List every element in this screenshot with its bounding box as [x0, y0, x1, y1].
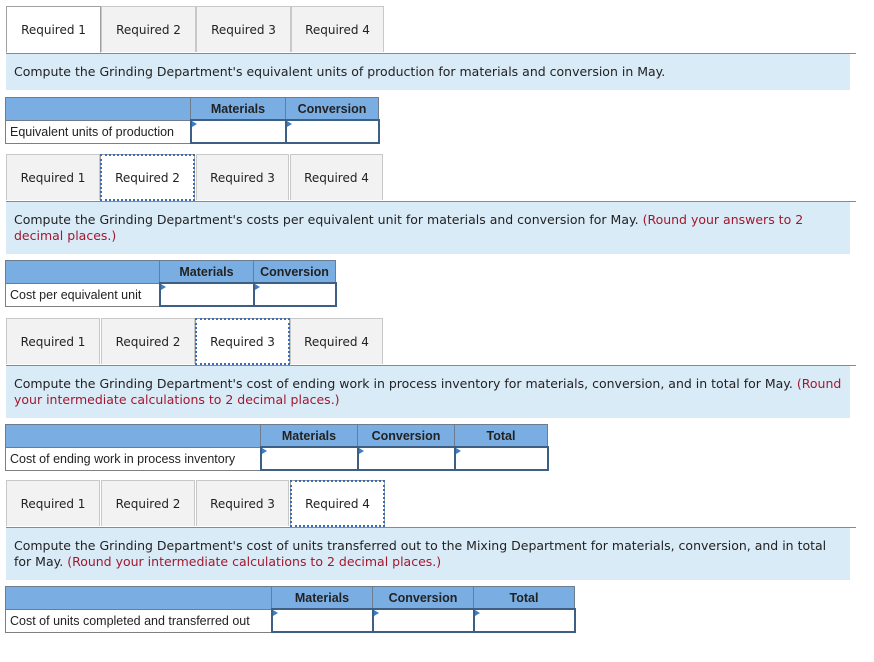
- input-marker-icon: [373, 610, 379, 616]
- conversion-input[interactable]: [358, 449, 454, 468]
- tab-required-4[interactable]: Required 4: [290, 480, 385, 527]
- header-blank: [5, 424, 261, 448]
- materials-input[interactable]: [261, 449, 357, 468]
- materials-input[interactable]: [191, 122, 285, 141]
- conversion-input[interactable]: [373, 611, 473, 630]
- question-prompt: Compute the Grinding Department's equiva…: [6, 54, 850, 90]
- part-2-section: Required 1 Required 2 Required 3 Require…: [0, 154, 856, 307]
- input-marker-icon: [272, 610, 278, 616]
- input-marker-icon: [254, 284, 260, 290]
- tab-required-1[interactable]: Required 1: [6, 480, 100, 526]
- answer-table: Materials Conversion Equivalent units of…: [5, 97, 380, 144]
- header-materials: Materials: [271, 586, 373, 610]
- input-marker-icon: [160, 284, 166, 290]
- answer-table: Materials Conversion Cost per equivalent…: [5, 260, 337, 307]
- header-materials: Materials: [260, 424, 358, 448]
- rounding-note: (Round your intermediate calculations to…: [67, 554, 442, 569]
- question-prompt: Compute the Grinding Department's cost o…: [6, 528, 850, 580]
- conversion-input-cell: [284, 119, 380, 144]
- materials-input-cell: [189, 119, 287, 144]
- tab-required-1[interactable]: Required 1: [6, 318, 100, 364]
- total-input[interactable]: [455, 449, 547, 468]
- materials-input[interactable]: [272, 611, 372, 630]
- row-label: Cost per equivalent unit: [5, 282, 160, 307]
- question-prompt: Compute the Grinding Department's costs …: [6, 202, 850, 254]
- header-conversion: Conversion: [253, 260, 336, 284]
- materials-input-cell: [270, 608, 374, 633]
- tab-required-2[interactable]: Required 2: [101, 6, 196, 52]
- part-4-section: Required 1 Required 2 Required 3 Require…: [0, 480, 856, 633]
- part-1-section: Required 1 Required 2 Required 3 Require…: [0, 6, 856, 144]
- answer-table: Materials Conversion Total Cost of endin…: [5, 424, 549, 471]
- header-blank: [5, 97, 191, 121]
- input-marker-icon: [474, 610, 480, 616]
- input-marker-icon: [358, 448, 364, 454]
- header-total: Total: [473, 586, 575, 610]
- prompt-text: Compute the Grinding Department's costs …: [14, 212, 639, 227]
- input-marker-icon: [286, 121, 292, 127]
- conversion-input[interactable]: [286, 122, 378, 141]
- tab-required-3[interactable]: Required 3: [196, 154, 289, 200]
- conversion-input-cell: [252, 282, 337, 307]
- tab-bar: Required 1 Required 2 Required 3 Require…: [6, 480, 856, 528]
- header-blank: [5, 586, 272, 610]
- total-input[interactable]: [474, 611, 574, 630]
- tab-required-1[interactable]: Required 1: [6, 6, 101, 53]
- tab-required-3[interactable]: Required 3: [196, 6, 291, 52]
- header-conversion: Conversion: [285, 97, 379, 121]
- row-label: Cost of units completed and transferred …: [5, 608, 272, 633]
- header-conversion: Conversion: [372, 586, 474, 610]
- input-marker-icon: [261, 448, 267, 454]
- conversion-input[interactable]: [254, 285, 335, 304]
- tab-bar: Required 1 Required 2 Required 3 Require…: [6, 6, 856, 54]
- tab-required-4[interactable]: Required 4: [291, 6, 384, 52]
- conversion-input-cell: [371, 608, 475, 633]
- answer-table: Materials Conversion Total Cost of units…: [5, 586, 576, 633]
- total-input-cell: [453, 446, 549, 471]
- tab-required-3[interactable]: Required 3: [196, 480, 289, 526]
- tab-required-1[interactable]: Required 1: [6, 154, 100, 200]
- conversion-input-cell: [356, 446, 456, 471]
- input-marker-icon: [191, 121, 197, 127]
- part-3-section: Required 1 Required 2 Required 3 Require…: [0, 318, 856, 471]
- row-label: Cost of ending work in process inventory: [5, 446, 261, 471]
- input-marker-icon: [455, 448, 461, 454]
- tab-bar: Required 1 Required 2 Required 3 Require…: [6, 318, 856, 366]
- tab-required-4[interactable]: Required 4: [290, 154, 383, 200]
- header-materials: Materials: [190, 97, 286, 121]
- header-materials: Materials: [159, 260, 254, 284]
- tab-required-2[interactable]: Required 2: [101, 318, 195, 364]
- tab-required-4[interactable]: Required 4: [290, 318, 383, 364]
- tab-bar: Required 1 Required 2 Required 3 Require…: [6, 154, 856, 202]
- tab-required-3[interactable]: Required 3: [195, 318, 290, 365]
- prompt-text: Compute the Grinding Department's cost o…: [14, 376, 793, 391]
- tab-required-2[interactable]: Required 2: [101, 480, 195, 526]
- row-label: Equivalent units of production: [5, 119, 191, 144]
- materials-input-cell: [158, 282, 255, 307]
- materials-input[interactable]: [160, 285, 253, 304]
- materials-input-cell: [259, 446, 359, 471]
- header-total: Total: [454, 424, 548, 448]
- tab-required-2[interactable]: Required 2: [100, 154, 195, 201]
- header-conversion: Conversion: [357, 424, 455, 448]
- question-prompt: Compute the Grinding Department's cost o…: [6, 366, 850, 418]
- total-input-cell: [472, 608, 576, 633]
- header-blank: [5, 260, 160, 284]
- prompt-text: Compute the Grinding Department's equiva…: [14, 64, 666, 79]
